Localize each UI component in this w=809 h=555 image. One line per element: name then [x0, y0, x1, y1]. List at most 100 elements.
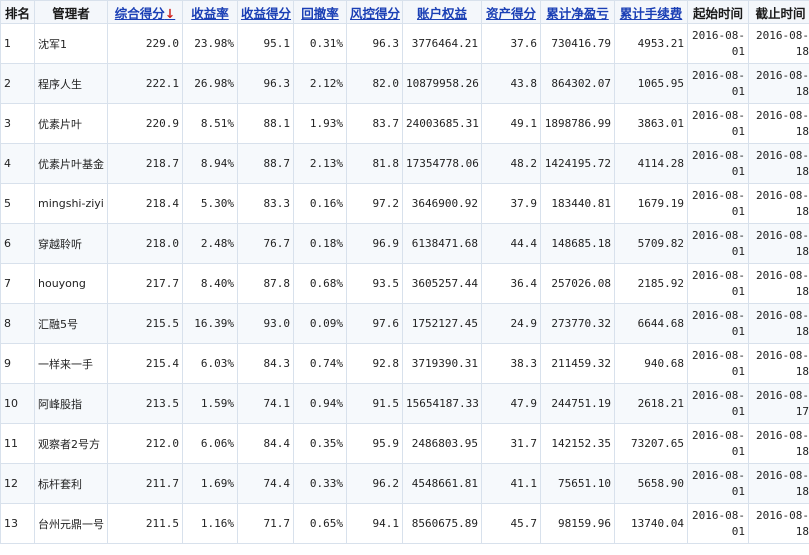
start-date-cell-line2: 01 — [731, 484, 745, 498]
end-date-cell-line2: 18 — [795, 364, 809, 378]
start-date-cell: 2016-08- 01 — [687, 503, 749, 544]
start-date-cell-line2: 01 — [731, 364, 745, 378]
fees-cell: 4953.21 — [614, 23, 688, 64]
pnl-cell: 211459.32 — [540, 343, 615, 384]
start-date-cell-line1: 2016-08- — [692, 348, 745, 362]
return-score-cell: 96.3 — [237, 63, 294, 104]
drawdown-cell: 0.31% — [293, 23, 347, 64]
end-date-cell: 2016-08- 18 — [748, 343, 809, 384]
end-date-cell-line1: 2016-08- — [756, 28, 809, 42]
end-date-cell-line2: 18 — [795, 124, 809, 138]
end-date-cell-line1: 2016-08- — [756, 108, 809, 122]
header-row: 排名 管理者 综合得分↓ 收益率 收益得分 回撤率 风控得分 账户权益 资产得分… — [0, 0, 809, 24]
risk-score-cell: 96.9 — [346, 223, 403, 264]
rank-cell: 1 — [0, 23, 35, 64]
col-return-rate-header[interactable]: 收益率 — [182, 0, 238, 24]
col-score-header[interactable]: 综合得分↓ — [107, 0, 183, 24]
start-date-cell-line2: 01 — [731, 84, 745, 98]
return-rate-cell: 16.39% — [182, 303, 238, 344]
return-score-cell: 71.7 — [237, 503, 294, 544]
fees-cell: 73207.65 — [614, 423, 688, 464]
manager-cell: 沈军1 — [34, 23, 108, 64]
manager-cell: 优素片叶基金 — [34, 143, 108, 184]
pnl-cell: 183440.81 — [540, 183, 615, 224]
rank-cell: 3 — [0, 103, 35, 144]
asset-score-cell: 44.4 — [481, 223, 541, 264]
end-date-cell: 2016-08- 17 — [748, 383, 809, 424]
start-date-cell: 2016-08- 01 — [687, 463, 749, 504]
end-date-cell: 2016-08- 18 — [748, 463, 809, 504]
equity-cell: 10879958.26 — [402, 63, 482, 104]
asset-score-cell: 49.1 — [481, 103, 541, 144]
end-date-cell-line1: 2016-08- — [756, 428, 809, 442]
rank-cell: 4 — [0, 143, 35, 184]
start-date-cell-line1: 2016-08- — [692, 188, 745, 202]
return-score-cell: 74.4 — [237, 463, 294, 504]
fees-cell: 2618.21 — [614, 383, 688, 424]
col-fees-header[interactable]: 累计手续费 — [614, 0, 688, 24]
start-date-cell: 2016-08- 01 — [687, 183, 749, 224]
col-risk-score-header[interactable]: 风控得分 — [346, 0, 403, 24]
score-cell: 215.4 — [107, 343, 183, 384]
score-cell: 218.4 — [107, 183, 183, 224]
start-date-cell: 2016-08- 01 — [687, 223, 749, 264]
start-date-cell: 2016-08- 01 — [687, 423, 749, 464]
sort-desc-arrow-icon: ↓ — [164, 5, 176, 21]
end-date-cell-line1: 2016-08- — [756, 268, 809, 282]
start-date-cell: 2016-08- 01 — [687, 23, 749, 64]
start-date-cell-line2: 01 — [731, 444, 745, 458]
col-start-header: 起始时间 — [687, 0, 749, 24]
end-date-cell-line2: 18 — [795, 84, 809, 98]
start-date-cell: 2016-08- 01 — [687, 263, 749, 304]
col-asset-score-header[interactable]: 资产得分 — [481, 0, 541, 24]
start-date-cell-line1: 2016-08- — [692, 308, 745, 322]
pnl-cell: 75651.10 — [540, 463, 615, 504]
col-drawdown-header[interactable]: 回撤率 — [293, 0, 347, 24]
col-return-score-header[interactable]: 收益得分 — [237, 0, 294, 24]
rank-cell: 13 — [0, 503, 35, 544]
asset-score-cell: 37.9 — [481, 183, 541, 224]
return-rate-cell: 23.98% — [182, 23, 238, 64]
asset-score-cell: 31.7 — [481, 423, 541, 464]
equity-cell: 2486803.95 — [402, 423, 482, 464]
col-equity-header[interactable]: 账户权益 — [402, 0, 482, 24]
start-date-cell: 2016-08- 01 — [687, 63, 749, 104]
manager-cell: 程序人生 — [34, 63, 108, 104]
end-date-cell: 2016-08- 18 — [748, 503, 809, 544]
risk-score-cell: 81.8 — [346, 143, 403, 184]
rank-cell: 5 — [0, 183, 35, 224]
col-pnl-header[interactable]: 累计净盈亏 — [540, 0, 615, 24]
drawdown-cell: 0.94% — [293, 383, 347, 424]
col-score-label[interactable]: 综合得分 — [115, 6, 165, 21]
col-manager-header: 管理者 — [34, 0, 108, 24]
rank-cell: 6 — [0, 223, 35, 264]
end-date-cell-line1: 2016-08- — [756, 388, 809, 402]
score-cell: 213.5 — [107, 383, 183, 424]
risk-score-cell: 82.0 — [346, 63, 403, 104]
asset-score-cell: 24.9 — [481, 303, 541, 344]
score-cell: 211.7 — [107, 463, 183, 504]
return-score-cell: 83.3 — [237, 183, 294, 224]
end-date-cell-line1: 2016-08- — [756, 188, 809, 202]
equity-cell: 17354778.06 — [402, 143, 482, 184]
end-date-cell: 2016-08- 18 — [748, 263, 809, 304]
start-date-cell: 2016-08- 01 — [687, 343, 749, 384]
ranking-table: 排名 管理者 综合得分↓ 收益率 收益得分 回撤率 风控得分 账户权益 资产得分… — [0, 0, 809, 544]
risk-score-cell: 95.9 — [346, 423, 403, 464]
end-date-cell-line1: 2016-08- — [756, 308, 809, 322]
return-rate-cell: 5.30% — [182, 183, 238, 224]
end-date-cell-line2: 18 — [795, 44, 809, 58]
score-cell: 222.1 — [107, 63, 183, 104]
return-rate-cell: 1.69% — [182, 463, 238, 504]
asset-score-cell: 37.6 — [481, 23, 541, 64]
start-date-cell-line2: 01 — [731, 204, 745, 218]
risk-score-cell: 96.2 — [346, 463, 403, 504]
start-date-cell-line1: 2016-08- — [692, 468, 745, 482]
manager-cell: 穿越聆听 — [34, 223, 108, 264]
rank-cell: 7 — [0, 263, 35, 304]
table-row: 10 阿峰股指 213.5 1.59% 74.1 0.94% 91.5 15654187.33… — [0, 383, 809, 424]
manager-cell: mingshi-ziyi — [34, 183, 108, 224]
pnl-cell: 864302.07 — [540, 63, 615, 104]
rank-cell: 9 — [0, 343, 35, 384]
start-date-cell-line2: 01 — [731, 244, 745, 258]
